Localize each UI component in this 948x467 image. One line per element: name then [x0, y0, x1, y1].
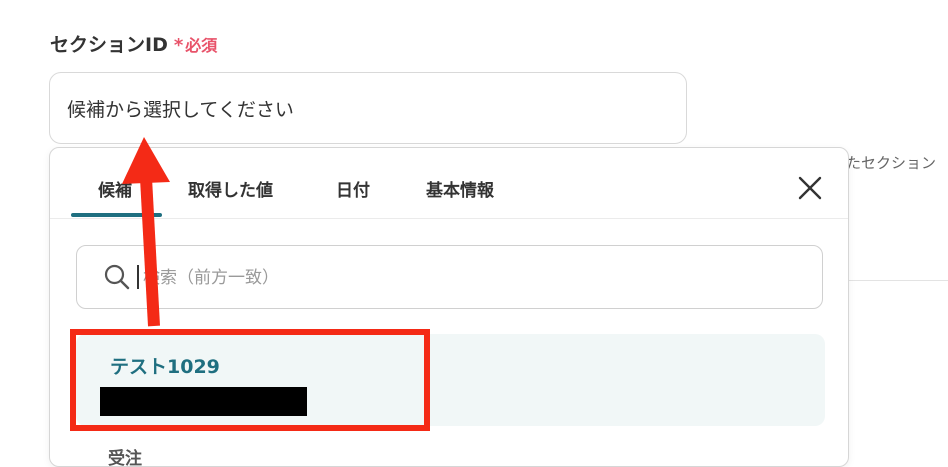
tab-date[interactable]: 日付	[336, 176, 370, 201]
tab-basic-info[interactable]: 基本情報	[426, 176, 494, 201]
field-label: セクションID * 必須	[50, 30, 217, 57]
select-placeholder: 候補から選択してください	[67, 99, 294, 121]
background-hint-text: たセクション	[846, 154, 937, 172]
search-field[interactable]	[76, 245, 823, 309]
field-label-text: セクションID	[50, 34, 168, 56]
close-icon[interactable]	[795, 173, 825, 203]
background-divider	[848, 280, 948, 281]
section-id-select[interactable]: 候補から選択してください	[49, 72, 687, 144]
search-input[interactable]	[141, 262, 745, 294]
active-tab-indicator	[71, 213, 162, 217]
search-icon	[103, 263, 131, 291]
text-caret	[137, 265, 139, 289]
required-star: *	[173, 35, 184, 56]
tab-candidates[interactable]: 候補	[98, 176, 132, 201]
tab-divider	[50, 218, 848, 219]
tab-acquired-values[interactable]: 取得した値	[188, 176, 273, 201]
annotation-highlight-box	[70, 329, 430, 431]
required-text: 必須	[185, 36, 218, 55]
option-item-next[interactable]: 受注	[108, 444, 142, 466]
